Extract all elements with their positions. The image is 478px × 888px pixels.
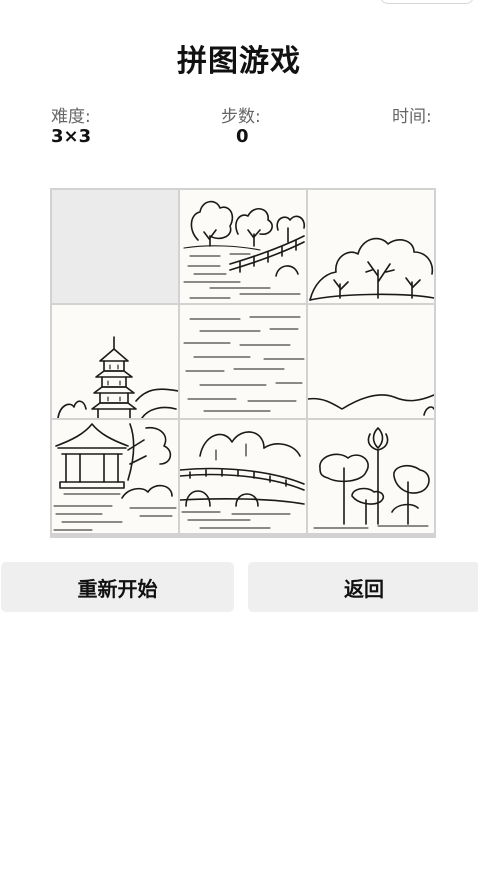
puzzle-tile-trees-bridge[interactable] [180,190,306,303]
time-label: 时间: [392,107,432,127]
puzzle-tile-empty[interactable] [52,190,178,303]
pavilion-illustration [53,423,177,531]
pagoda-illustration [57,336,178,418]
arch-bridge-illustration [180,431,305,529]
steps-value: 0 [236,126,249,147]
difficulty-value: 3×3 [51,126,92,147]
hills-illustration [308,394,434,416]
puzzle-tile-pagoda[interactable] [52,305,178,418]
top-pill [380,0,474,4]
puzzle-tile-lotus[interactable] [308,420,434,533]
back-button[interactable]: 返回 [248,562,478,612]
page-title: 拼图游戏 [177,44,301,79]
lotus-illustration [313,427,430,529]
puzzle-tile-arch-bridge[interactable] [180,420,306,533]
steps-label: 步数: [221,107,261,127]
puzzle-tile-pavilion[interactable] [52,420,178,533]
trees-bridge-illustration [183,200,306,299]
tree-hill-illustration [309,237,434,301]
difficulty-label: 难度: [51,107,91,127]
puzzle-tile-tree-hill[interactable] [308,190,434,303]
water-illustration [183,316,305,412]
restart-button[interactable]: 重新开始 [1,562,234,612]
puzzle-board [50,188,436,538]
puzzle-tile-hills[interactable] [308,305,434,418]
puzzle-tile-water[interactable] [180,305,306,418]
